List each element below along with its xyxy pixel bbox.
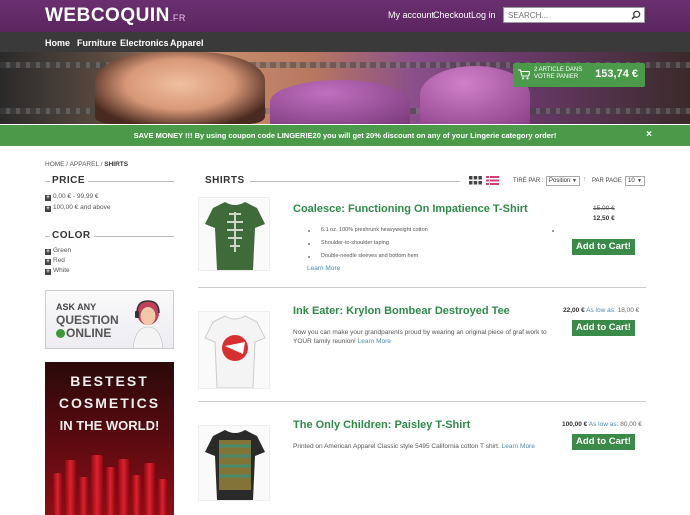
nav-electronics[interactable]: Electronics — [120, 38, 169, 48]
price: 100,00 € — [562, 421, 588, 428]
as-low-as-price: 18,00 € — [617, 307, 640, 314]
search-input[interactable] — [508, 9, 628, 22]
sort-by-label: TIRÉ PAR : — [513, 178, 544, 184]
product-feature: Shoulder-to-shoulder taping — [321, 240, 389, 246]
banner-model-image — [95, 52, 265, 124]
product-image[interactable] — [198, 311, 270, 389]
product-description: Now you can make your grandparents proud… — [293, 329, 547, 345]
nav-home[interactable]: Home — [45, 38, 70, 48]
breadcrumb-apparel[interactable]: APPAREL — [70, 161, 99, 168]
product-feature: Double-needle sleeves and bottom hem — [321, 253, 419, 259]
per-page-select[interactable]: 10 ▼ — [625, 176, 645, 186]
promo-text: SAVE MONEY !!! By using coupon code LING… — [133, 131, 557, 140]
search-icon[interactable] — [631, 10, 641, 20]
checkout-link[interactable]: Checkout — [433, 10, 471, 20]
chevron-down-icon: ▼ — [572, 178, 577, 184]
my-account-link[interactable]: My account — [388, 10, 434, 20]
learn-more-link[interactable]: Learn More — [307, 265, 340, 272]
product-title[interactable]: The Only Children: Paisley T-Shirt — [293, 419, 470, 431]
plus-box-icon: + — [45, 259, 51, 265]
price: 22,00 € — [563, 307, 585, 314]
site-logo[interactable]: WEBCOQUIN.FR — [45, 5, 186, 27]
price-filter-100-up[interactable]: +100,00 € and above — [45, 204, 110, 212]
cart-count-text: 2 ARTICLE DANS — [534, 67, 583, 73]
cosmetics-banner[interactable]: BESTEST COSMETICS IN THE WORLD! — [45, 362, 174, 515]
learn-more-link[interactable]: Learn More — [358, 338, 391, 345]
breadcrumb-current: SHIRTS — [104, 161, 129, 168]
product-description: Printed on American Apparel Classic styl… — [293, 443, 535, 450]
page-title: SHIRTS — [205, 175, 245, 186]
breadcrumb: HOME / APPAREL / SHIRTS — [45, 161, 129, 168]
breadcrumb-home[interactable]: HOME — [45, 161, 65, 168]
learn-more-link[interactable]: Learn More — [502, 443, 535, 450]
product-title[interactable]: Ink Eater: Krylon Bombear Destroyed Tee — [293, 305, 510, 317]
add-to-cart-button[interactable]: Add to Cart! — [572, 320, 635, 336]
plus-box-icon: + — [45, 195, 51, 201]
plus-box-icon: + — [45, 249, 51, 255]
price-filter-title: PRICE — [52, 175, 86, 186]
price: 12,50 € — [593, 215, 615, 222]
grid-view-icon[interactable] — [469, 176, 482, 185]
price-row: 22,00 € As low as: 18,00 € — [563, 307, 640, 314]
list-view-icon[interactable] — [486, 176, 499, 185]
cart-icon — [518, 69, 530, 80]
search-box — [503, 7, 645, 23]
price-row: 100,00 € As low as: 80,00 € — [562, 421, 642, 428]
per-page-label: PAR PAGE — [592, 178, 622, 184]
color-filter-red[interactable]: + Red — [45, 257, 65, 265]
cart-total: 153,74 € — [595, 68, 638, 80]
add-to-cart-button[interactable]: Add to Cart! — [572, 434, 635, 450]
cart-label: VOTRE PANIER — [534, 74, 579, 80]
chevron-down-icon: ▼ — [637, 178, 642, 184]
logo-main: WEBCOQUIN — [45, 5, 170, 26]
nav-furniture[interactable]: Furniture — [77, 38, 117, 48]
cart-widget[interactable]: 2 ARTICLE DANS VOTRE PANIER 153,74 € — [513, 63, 645, 87]
sort-arrow-icon[interactable]: ↑ — [583, 176, 587, 183]
sort-select[interactable]: Position ▼ — [546, 176, 580, 186]
product-image[interactable] — [198, 197, 270, 271]
nav-apparel[interactable]: Apparel — [170, 38, 204, 48]
color-filter-green[interactable]: + Green — [45, 247, 71, 255]
product-image[interactable] — [198, 425, 270, 501]
product-title[interactable]: Coalesce: Functioning On Impatience T-Sh… — [293, 203, 528, 215]
color-filter-title: COLOR — [52, 230, 91, 241]
logo-suffix: .FR — [169, 13, 186, 23]
online-dot-icon — [56, 329, 65, 338]
as-low-as-price: 80,00 € — [620, 421, 642, 428]
agent-icon — [132, 300, 164, 348]
promo-bar: SAVE MONEY !!! By using coupon code LING… — [0, 125, 690, 146]
add-to-cart-button[interactable]: Add to Cart! — [572, 239, 635, 255]
product-feature: 6.1 oz. 100% preshrunk heavyweight cotto… — [321, 227, 428, 233]
plus-box-icon: + — [45, 269, 51, 275]
login-link[interactable]: Log in — [471, 10, 496, 20]
price-filter-0-99[interactable]: +0,00 € - 99,99 € — [45, 193, 99, 201]
plus-box-icon: + — [45, 206, 51, 212]
close-icon[interactable]: × — [646, 129, 652, 140]
old-price: 15,00 € — [593, 205, 615, 212]
color-filter-white[interactable]: + White — [45, 267, 70, 275]
ask-question-banner[interactable]: ASK ANY QUESTION ONLINE — [45, 290, 174, 349]
